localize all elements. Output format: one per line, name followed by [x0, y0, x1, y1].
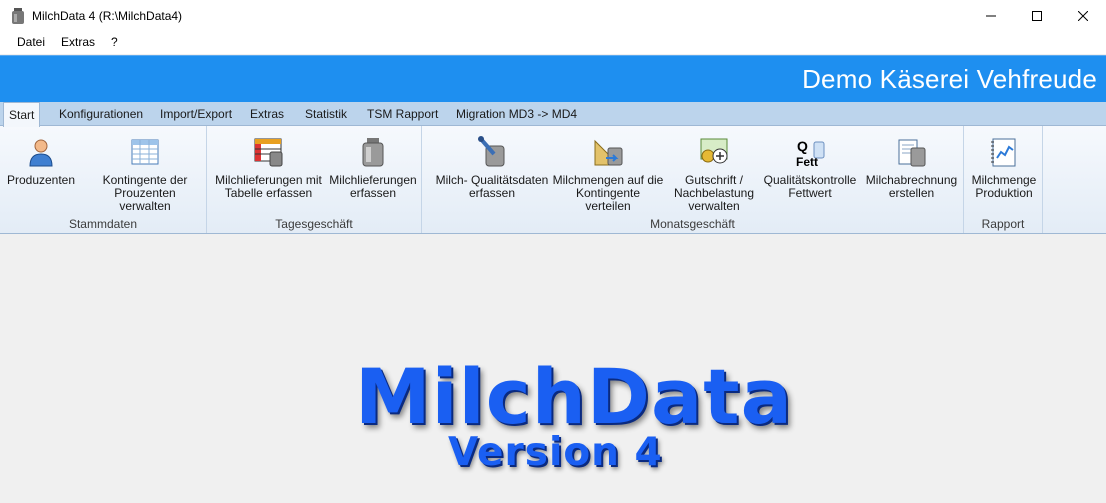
milk-delivery-table-icon	[254, 138, 282, 167]
milchlieferungen-tabelle-button[interactable]: Milchlieferungen mit Tabelle erfassen	[211, 136, 326, 200]
kontingente-button[interactable]: Kontingente der Prouzenten verwalten	[88, 136, 202, 213]
ribbon-tabs: Start Konfigurationen Import/Export Extr…	[0, 102, 1106, 127]
group-label-monatsgeschaeft: Monatsgeschäft	[650, 217, 735, 231]
svg-text:Fett: Fett	[796, 155, 818, 168]
maximize-button[interactable]	[1014, 0, 1060, 31]
group-label-stammdaten: Stammdaten	[68, 217, 138, 231]
quality-fat-icon: Q Fett	[796, 138, 825, 168]
tab-start[interactable]: Start	[3, 102, 41, 127]
menu-bar: Datei Extras ?	[0, 31, 1106, 54]
qualitaetsdaten-button[interactable]: Milch- Qualitätsdaten erfassen	[428, 136, 556, 200]
title-bar: MilchData 4 (R:\MilchData4)	[0, 0, 1106, 31]
menu-help[interactable]: ?	[103, 31, 126, 54]
minimize-button[interactable]	[968, 0, 1014, 31]
close-button[interactable]	[1060, 0, 1106, 31]
group-label-rapport: Rapport	[981, 217, 1025, 231]
tab-konfigurationen[interactable]: Konfigurationen	[54, 102, 148, 126]
qualitaetskontrolle-button[interactable]: Q Fett Qualitätskontrolle Fettwert	[762, 136, 858, 200]
group-stammdaten: Produzenten Kontingente der Prouzenten v…	[0, 126, 207, 233]
company-name: Demo Käserei Vehfreude	[802, 64, 1097, 94]
group-label-tagesgeschaeft: Tagesgeschäft	[275, 217, 353, 231]
menu-extras[interactable]: Extras	[53, 31, 103, 54]
tab-tsm-rapport[interactable]: TSM Rapport	[362, 102, 443, 126]
quota-table-icon	[131, 139, 159, 165]
milk-can-icon	[10, 7, 26, 24]
tab-import-export[interactable]: Import/Export	[155, 102, 237, 126]
tab-migration[interactable]: Migration MD3 -> MD4	[451, 102, 582, 126]
tab-statistik[interactable]: Statistik	[300, 102, 352, 126]
milchmenge-produktion-button[interactable]: Milchmenge Produktion	[968, 136, 1040, 200]
window-title: MilchData 4 (R:\MilchData4)	[32, 8, 183, 23]
main-workspace: MilchData Version 4	[0, 234, 1106, 503]
producer-person-icon	[29, 139, 53, 167]
logo-version: Version 4	[448, 430, 663, 475]
gutschrift-button[interactable]: Gutschrift / Nachbelastung verwalten	[670, 136, 758, 213]
company-banner: Demo Käserei Vehfreude	[0, 55, 1106, 102]
ribbon-panel: Produzenten Kontingente der Prouzenten v…	[0, 125, 1106, 234]
maximize-icon	[1032, 10, 1042, 21]
credit-money-icon	[700, 138, 728, 164]
svg-text:Q: Q	[797, 138, 808, 154]
production-chart-icon	[991, 138, 1016, 167]
group-tagesgeschaeft: Milchlieferungen mit Tabelle erfassen Mi…	[207, 126, 422, 233]
distribute-ruler-icon	[594, 139, 623, 166]
minimize-icon	[986, 15, 996, 16]
milk-can-icon	[362, 138, 384, 167]
window-controls	[968, 0, 1106, 31]
quality-pipette-icon	[478, 136, 505, 167]
group-rapport: Milchmenge Produktion Rapport	[964, 126, 1043, 233]
milk-billing-icon	[898, 139, 925, 167]
milchmengen-verteilen-button[interactable]: Milchmengen auf die Kontingente verteile…	[552, 136, 664, 213]
logo-title: MilchData	[355, 352, 793, 441]
milchabrechnung-button[interactable]: Milchabrechnung erstellen	[864, 136, 959, 200]
menu-datei[interactable]: Datei	[9, 31, 53, 54]
tab-extras[interactable]: Extras	[245, 102, 289, 126]
group-monatsgeschaeft: Milch- Qualitätsdaten erfassen Milchmeng…	[422, 126, 964, 233]
milchlieferungen-button[interactable]: Milchlieferungen erfassen	[329, 136, 417, 200]
close-icon	[1078, 10, 1088, 21]
produzenten-button[interactable]: Produzenten	[6, 136, 76, 187]
